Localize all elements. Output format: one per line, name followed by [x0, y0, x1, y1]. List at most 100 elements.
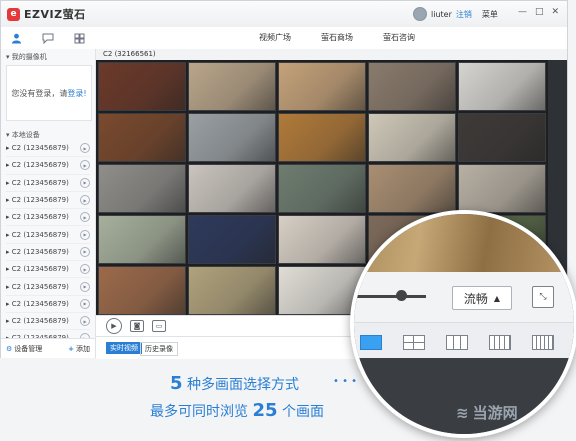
device-manage-button[interactable]: ⚙ 设备管理: [6, 344, 42, 354]
video-tile[interactable]: [98, 62, 186, 111]
video-tile[interactable]: [98, 164, 186, 213]
caption-text-1: 种多画面选择方式: [182, 377, 299, 393]
triangle-up-icon: ▲: [493, 293, 501, 303]
fullscreen-icon[interactable]: ⤡: [532, 286, 554, 308]
video-tile[interactable]: [98, 113, 186, 162]
device-item[interactable]: ▸ C2 (123456879)▶: [6, 140, 90, 158]
tab-store[interactable]: 萤石商场: [321, 32, 353, 43]
play-icon[interactable]: ▶: [80, 229, 90, 240]
play-icon[interactable]: ▶: [80, 160, 90, 171]
sidebar-footer: ⚙ 设备管理 + 添加: [1, 338, 95, 358]
add-label: 添加: [76, 344, 90, 353]
minimize-button[interactable]: —: [518, 7, 527, 17]
tab-live-video[interactable]: 实时视频: [106, 342, 142, 354]
username: liuter: [431, 9, 452, 19]
device-item[interactable]: ▸ C2 (123456879)▶: [6, 296, 90, 313]
play-icon[interactable]: ▶: [106, 318, 122, 334]
nav-tabs: 视频广场 萤石商场 萤石咨询: [259, 32, 415, 43]
video-tile[interactable]: [98, 266, 186, 315]
device-label: C2 (123456879): [11, 265, 69, 274]
video-tile[interactable]: [278, 113, 366, 162]
plus-icon: +: [68, 344, 74, 353]
grid-icon[interactable]: [71, 30, 87, 46]
menu-button[interactable]: 菜单: [482, 9, 498, 20]
layout-9-button[interactable]: [446, 335, 468, 350]
device-item[interactable]: ▸ C2 (123456879)▶: [6, 209, 90, 227]
layout-options: [354, 322, 574, 359]
play-icon[interactable]: ▶: [80, 316, 90, 327]
watermark: ≋ 当游网: [456, 402, 518, 423]
login-link[interactable]: 登录!: [67, 88, 86, 99]
video-tile[interactable]: [188, 62, 276, 111]
tab-history-recording[interactable]: 历史录像: [140, 342, 178, 356]
camera-label: C2 (32166561): [96, 49, 567, 60]
play-icon[interactable]: ▶: [80, 298, 90, 309]
layout-1-button[interactable]: [360, 335, 382, 350]
video-tile[interactable]: [188, 164, 276, 213]
video-tile[interactable]: [278, 164, 366, 213]
video-tile[interactable]: [188, 215, 276, 264]
tab-video-square[interactable]: 视频广场: [259, 32, 291, 43]
device-label: C2 (123456879): [11, 161, 69, 170]
device-item[interactable]: ▸ C2 (123456879)▶: [6, 244, 90, 262]
add-device-button[interactable]: + 添加: [68, 344, 90, 354]
video-tile[interactable]: [188, 266, 276, 315]
watermark-text: 当游网: [472, 404, 518, 422]
camera-icon[interactable]: ◙: [130, 320, 144, 332]
video-tile[interactable]: [458, 164, 546, 213]
video-tile[interactable]: [98, 215, 186, 264]
caption-post-2: 个画面: [277, 404, 324, 420]
video-tile[interactable]: [368, 113, 456, 162]
video-tile[interactable]: [278, 215, 366, 264]
my-cameras-header[interactable]: ▾ 我的摄像机: [1, 49, 95, 65]
play-icon[interactable]: ▶: [80, 195, 90, 206]
video-tile[interactable]: [458, 62, 546, 111]
device-item[interactable]: ▸ C2 (123456879)▶: [6, 157, 90, 175]
video-tile[interactable]: [368, 62, 456, 111]
device-label: C2 (123456879): [11, 282, 69, 291]
play-icon[interactable]: ▶: [80, 281, 90, 292]
sidebar: ▾ 我的摄像机 您没有登录，请 登录! ▾ 本地设备 ▸ C2 (12345687…: [1, 49, 96, 358]
device-item[interactable]: ▸ C2 (123456879)▶: [6, 226, 90, 244]
play-icon[interactable]: ▶: [80, 143, 90, 154]
login-prompt: 您没有登录，请: [11, 88, 68, 98]
device-label: C2 (123456879): [11, 144, 69, 153]
layout-4-button[interactable]: [403, 335, 425, 350]
device-label: C2 (123456879): [11, 299, 69, 308]
video-tile[interactable]: [188, 113, 276, 162]
play-icon[interactable]: ▶: [80, 177, 90, 188]
chat-icon[interactable]: [40, 30, 56, 46]
caption-num-2: 25: [252, 400, 278, 421]
magnified-video-frame: [354, 214, 574, 272]
video-tile[interactable]: [368, 164, 456, 213]
device-item[interactable]: ▸ C2 (123456879)▶: [6, 278, 90, 296]
device-item[interactable]: ▸ C2 (123456879)▶: [6, 175, 90, 192]
user-icon[interactable]: [9, 30, 25, 46]
layout-16-button[interactable]: [489, 335, 511, 350]
quality-label: 流畅: [463, 291, 488, 306]
title-bar: e EZVIZ萤石 liuter 注销 菜单 — □ ✕: [1, 1, 567, 28]
watermark-logo-icon: ≋: [456, 403, 469, 422]
layout-25-button[interactable]: [532, 335, 554, 350]
tab-info[interactable]: 萤石咨询: [383, 32, 415, 43]
caption-line-2: 最多可同时浏览 25 个画面: [150, 400, 324, 421]
maximize-button[interactable]: □: [535, 7, 544, 17]
avatar[interactable]: [413, 7, 427, 21]
logout-link[interactable]: 注销: [456, 9, 472, 20]
quality-select[interactable]: 流畅 ▲: [452, 286, 512, 310]
decorative-dots: • • •: [333, 376, 358, 387]
video-tile[interactable]: [278, 62, 366, 111]
slider-knob[interactable]: [396, 290, 407, 301]
close-button[interactable]: ✕: [551, 7, 559, 17]
video-tile[interactable]: [458, 113, 546, 162]
record-icon[interactable]: ▭: [152, 320, 166, 332]
play-icon[interactable]: ▶: [80, 246, 90, 257]
play-icon[interactable]: ▶: [80, 212, 90, 223]
device-item[interactable]: ▸ C2 (123456879)▶: [6, 313, 90, 331]
volume-slider[interactable]: [354, 295, 426, 298]
device-label: C2 (123456879): [11, 178, 69, 187]
ezviz-logo: e EZVIZ萤石: [7, 6, 86, 22]
device-item[interactable]: ▸ C2 (123456879)▶: [6, 192, 90, 210]
play-icon[interactable]: ▶: [80, 264, 90, 275]
device-item[interactable]: ▸ C2 (123456879)▶: [6, 261, 90, 279]
